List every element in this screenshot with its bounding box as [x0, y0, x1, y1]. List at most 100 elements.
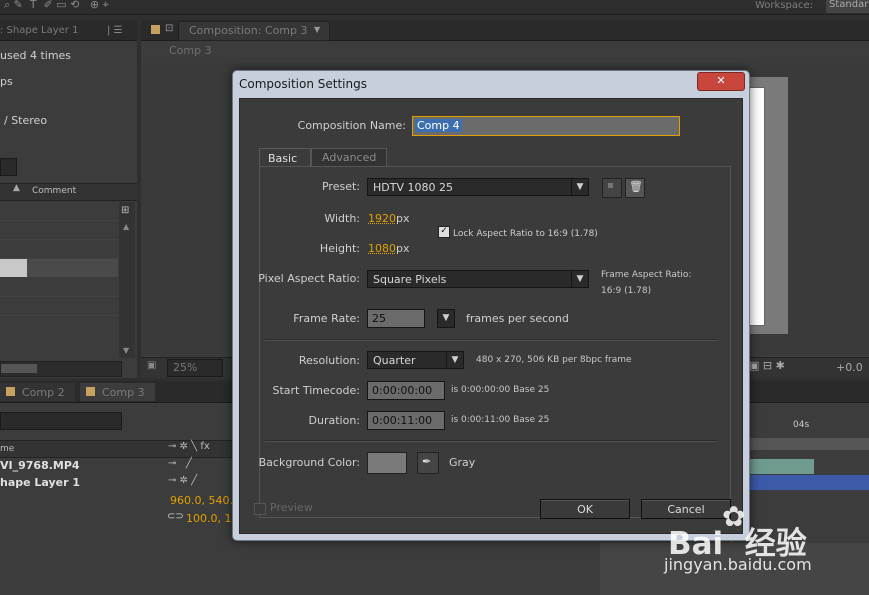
comp-3-swatch: [86, 387, 95, 396]
list-row[interactable]: [0, 240, 118, 259]
lock-aspect-checkbox[interactable]: ✓: [438, 226, 450, 238]
scroll-down-icon[interactable]: ▼: [123, 346, 129, 355]
scroll-up-icon[interactable]: ▲: [123, 222, 129, 231]
timeline-search[interactable]: [0, 412, 122, 430]
preview-checkbox[interactable]: [254, 503, 266, 515]
layer-switch-icons[interactable]: ⊸ ✲ ╱: [168, 475, 197, 486]
height-label: Height:: [319, 242, 360, 255]
paw-icon: ✿: [722, 500, 746, 533]
height-unit: px: [396, 242, 410, 255]
trash-icon: 🗑: [629, 180, 643, 193]
preset-value: HDTV 1080 25: [373, 181, 453, 194]
cancel-button[interactable]: Cancel: [641, 499, 731, 519]
eyedropper-button[interactable]: ✒: [417, 452, 439, 474]
item-audio: / Stereo: [4, 114, 48, 127]
ok-button[interactable]: OK: [540, 499, 630, 519]
list-row[interactable]: [0, 297, 118, 316]
delete-preset-button[interactable]: 🗑: [625, 178, 645, 198]
resolution-label: Resolution:: [298, 354, 360, 367]
item-usage: used 4 times: [0, 49, 72, 62]
tab-basic-label: Basic: [268, 152, 298, 165]
start-timecode-label: Start Timecode:: [272, 384, 360, 397]
layer-name-header: me: [0, 444, 15, 454]
duration-input[interactable]: 0:00:11:00: [367, 411, 445, 430]
composition-name-label: Composition Name:: [297, 119, 406, 132]
search-field[interactable]: [0, 158, 17, 176]
tool-icons[interactable]: ⌕ ✎ T ✐ ▭ ⟲ ⊕ ⌖: [4, 0, 109, 12]
tab-composition[interactable]: Composition: Comp 3 ▼: [178, 21, 330, 41]
duration-label: Duration:: [308, 414, 360, 427]
layer-bar-video[interactable]: [748, 459, 814, 474]
tab-comp-3[interactable]: Comp 3: [80, 383, 155, 401]
pixel-aspect-value: Square Pixels: [373, 273, 447, 286]
vertical-scrollbar[interactable]: ⊞ ▲ ▼: [119, 202, 135, 358]
lock-aspect-label: Lock Aspect Ratio to 16:9 (1.78): [453, 229, 598, 239]
scale-value[interactable]: 100.0, 10: [186, 512, 238, 525]
sort-icon[interactable]: ▲: [13, 183, 20, 193]
dialog-body: Composition Name: Comp 4 Basic Advanced …: [239, 98, 743, 534]
start-timecode-value: 0:00:00:00: [372, 384, 433, 397]
layer-name: hape Layer 1: [0, 476, 81, 489]
frame-rate-input[interactable]: 25: [367, 309, 425, 328]
eyedropper-icon: ✒: [422, 455, 432, 468]
width-unit: px: [396, 212, 410, 225]
comp-breadcrumb[interactable]: Comp 3: [169, 44, 212, 57]
comment-column-header[interactable]: Comment: [32, 186, 76, 196]
resolution-toggle-icon[interactable]: ▣: [147, 360, 156, 371]
background-color-name: Gray: [449, 456, 476, 469]
position-value[interactable]: 960.0, 540.0: [170, 494, 240, 507]
time-marker-label: 04s: [793, 420, 810, 430]
layer-switch-icons[interactable]: ⊸ ╱: [168, 458, 192, 469]
tab-comp-2-label: Comp 2: [22, 386, 65, 399]
workspace-select[interactable]: Standar: [826, 0, 869, 13]
preset-dropdown[interactable]: HDTV 1080 25 ▼: [367, 178, 589, 196]
panel-menu-icon[interactable]: | ☰: [107, 25, 123, 36]
start-timecode-input[interactable]: 0:00:00:00: [367, 381, 445, 400]
layer-row[interactable]: VI_9768.MP4 ⊸ ╱: [0, 458, 236, 474]
tab-advanced[interactable]: Advanced: [311, 148, 387, 167]
pixel-aspect-label: Pixel Aspect Ratio:: [258, 272, 360, 285]
chevron-down-icon[interactable]: ▼: [314, 25, 320, 34]
composition-name-input[interactable]: Comp 4: [412, 116, 680, 136]
close-button[interactable]: ✕: [697, 72, 745, 91]
pixel-aspect-dropdown[interactable]: Square Pixels ▼: [367, 270, 589, 288]
list-row-selected[interactable]: [0, 259, 118, 277]
chevron-down-icon: ▼: [571, 179, 588, 195]
list-row[interactable]: [0, 202, 118, 221]
width-value[interactable]: 1920: [368, 212, 396, 225]
time-ruler[interactable]: 04s: [748, 419, 869, 451]
flowchart-icon[interactable]: ⊞: [121, 205, 129, 216]
switches-icons[interactable]: ⊸ ✲ ╲ fx: [168, 441, 210, 452]
link-icon[interactable]: ⊂⊃: [167, 511, 184, 522]
duration-info: is 0:00:11:00 Base 25: [451, 415, 550, 425]
layer-row[interactable]: hape Layer 1 ⊸ ✲ ╱: [0, 475, 236, 491]
resolution-info: 480 x 270, 506 KB per 8bpc frame: [476, 355, 632, 365]
frame-aspect-value: 16:9 (1.78): [601, 286, 652, 296]
exposure-value[interactable]: +0.0: [836, 361, 863, 374]
list-row[interactable]: [0, 278, 118, 297]
resolution-dropdown[interactable]: Quarter ▼: [367, 351, 464, 369]
tab-comp-2[interactable]: Comp 2: [0, 383, 75, 401]
save-preset-button[interactable]: ▪: [602, 178, 622, 198]
background-color-swatch[interactable]: [367, 452, 407, 474]
horizontal-scrollbar[interactable]: [0, 361, 122, 377]
layer-header: me ⊸ ✲ ╲ fx: [0, 440, 236, 458]
composition-settings-dialog: Composition Settings ✕ Composition Name:…: [232, 70, 750, 541]
start-timecode-info: is 0:00:00:00 Base 25: [451, 385, 550, 395]
zoom-dropdown[interactable]: 25%: [167, 359, 223, 377]
background-color-label: Background Color:: [258, 456, 360, 469]
resolution-value: Quarter: [373, 354, 416, 367]
viewer-footer-icons[interactable]: ▣ ⊟ ✱: [749, 359, 785, 372]
baidu-watermark-url: jingyan.baidu.com: [664, 555, 812, 574]
item-fps: ps: [0, 75, 13, 88]
project-tab[interactable]: : Shape Layer 1: [0, 25, 78, 36]
divider: [265, 440, 717, 442]
project-panel: : Shape Layer 1 | ☰ used 4 times ps / St…: [0, 20, 137, 378]
tab-basic[interactable]: Basic: [259, 148, 311, 167]
lock-icon[interactable]: ⊡: [165, 23, 173, 34]
frame-rate-dropdown[interactable]: ▼: [437, 309, 455, 328]
layer-bar-shape[interactable]: [748, 475, 869, 490]
height-value[interactable]: 1080: [368, 242, 396, 255]
list-row[interactable]: [0, 221, 118, 240]
chevron-down-icon: ▼: [446, 352, 463, 368]
